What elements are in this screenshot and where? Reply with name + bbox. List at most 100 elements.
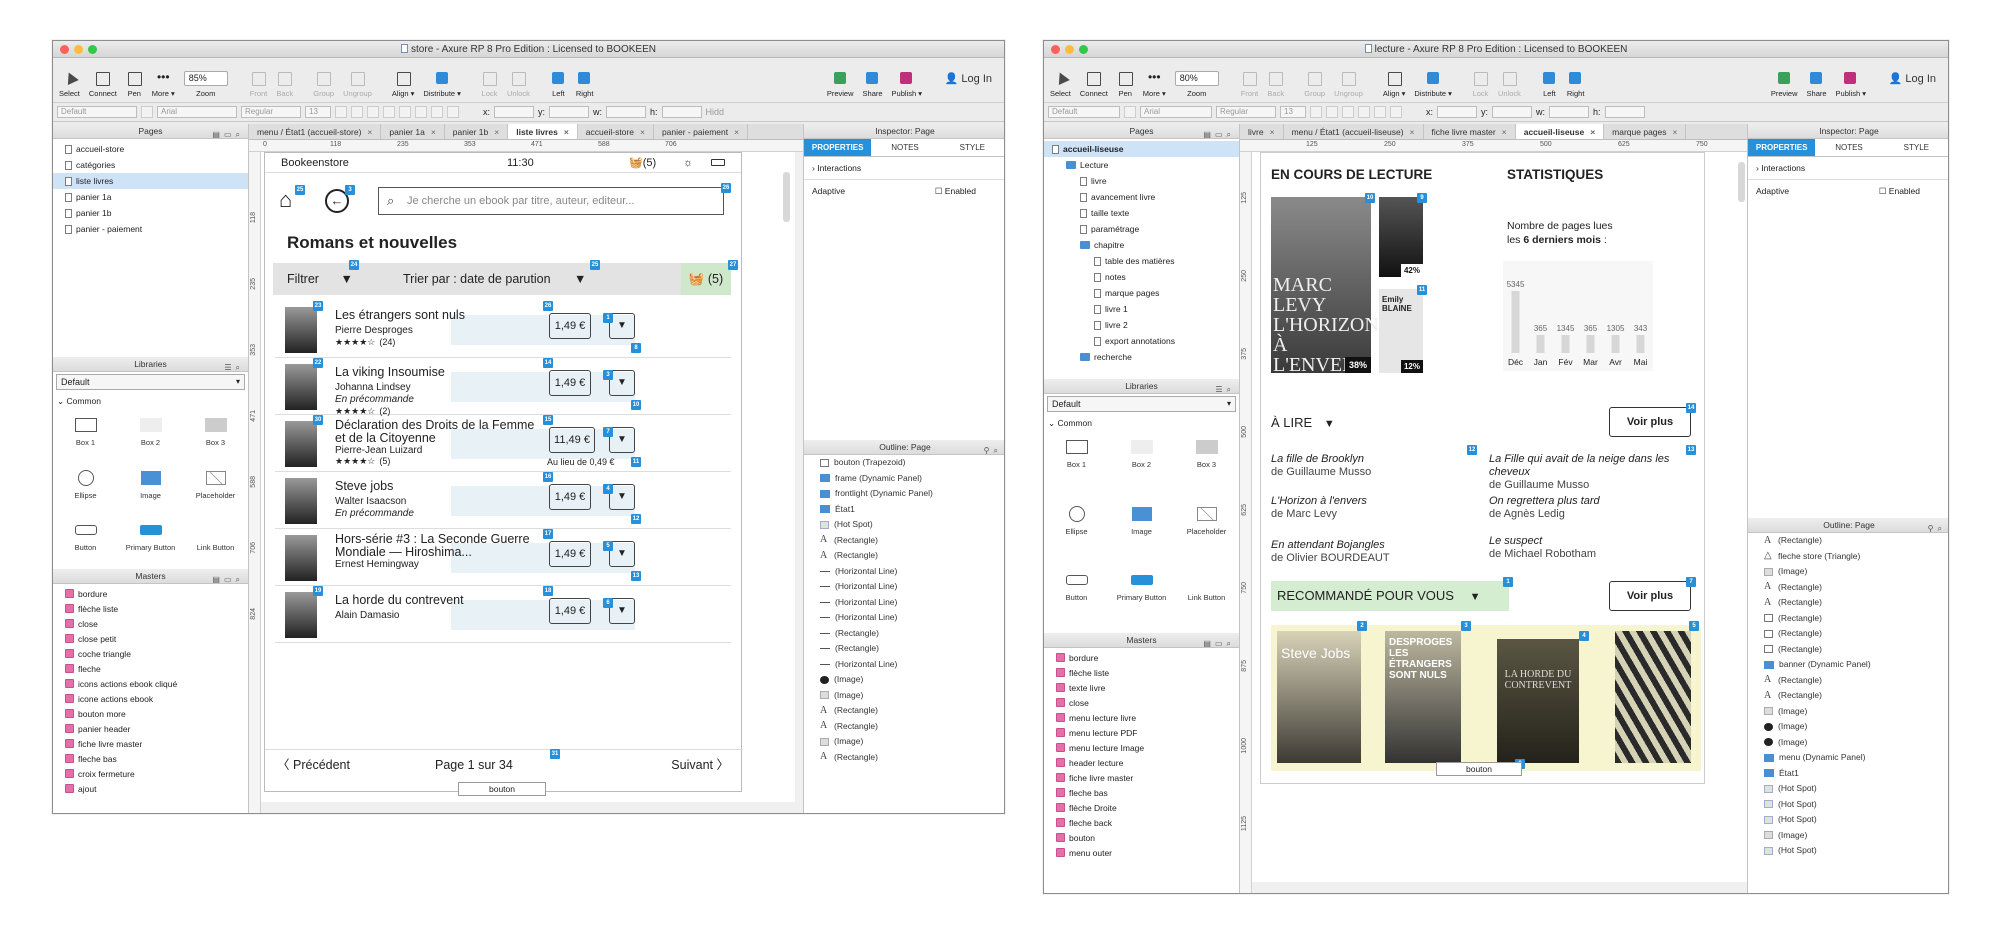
page-tab[interactable]: menu / État1 (accueil-store) × — [249, 124, 382, 139]
to-read-item[interactable]: En attendant Bojangles de Olivier BOURDEA… — [1271, 539, 1467, 565]
outline-item[interactable]: A (Rectangle) — [1748, 595, 1948, 611]
fill-color-icon[interactable] — [431, 106, 443, 118]
page-item[interactable]: avancement livre — [1044, 189, 1239, 205]
master-item[interactable]: panier header — [53, 721, 248, 736]
page-item[interactable]: marque pages — [1044, 285, 1239, 301]
master-item[interactable]: fleche bas — [53, 751, 248, 766]
outline-item[interactable]: A (Rectangle) — [804, 750, 1004, 766]
ungroup-button[interactable]: Ungroup — [1334, 71, 1363, 98]
widget-image[interactable]: Image — [118, 468, 183, 513]
price-button[interactable]: 1,49 € — [549, 313, 591, 339]
tab-notes[interactable]: NOTES — [1815, 139, 1882, 156]
fill-color-icon[interactable] — [1390, 106, 1402, 118]
page-item[interactable]: accueil-store — [53, 141, 248, 157]
close-icon[interactable]: × — [494, 127, 499, 137]
outline-item[interactable]: (Image) — [1748, 719, 1948, 735]
front-button[interactable]: Front — [250, 71, 267, 98]
widget-box-3[interactable]: Box 3 — [1174, 437, 1239, 496]
align-right-icon[interactable] — [415, 106, 427, 118]
page-item[interactable]: livre — [1044, 173, 1239, 189]
page-tab[interactable]: accueil-store × — [578, 124, 654, 139]
select-tool-button[interactable]: Select — [1050, 71, 1071, 98]
widget-box-1[interactable]: Box 1 — [53, 415, 118, 460]
master-item[interactable]: close petit — [53, 631, 248, 646]
cover-current-2[interactable]: 42% — [1379, 197, 1423, 277]
bold-icon[interactable] — [335, 106, 347, 118]
book-title[interactable]: Steve jobs — [335, 480, 535, 493]
page-item[interactable]: taille texte — [1044, 205, 1239, 221]
master-item[interactable]: fleche — [53, 661, 248, 676]
outline-item[interactable]: A (Rectangle) — [804, 703, 1004, 719]
w-field[interactable] — [606, 106, 647, 118]
master-item[interactable]: icone actions ebook — [53, 691, 248, 706]
master-item[interactable]: texte livre — [1044, 680, 1239, 695]
page-tab[interactable]: menu / État1 (accueil-liseuse) × — [1284, 124, 1424, 139]
pages-actions-icon[interactable]: ▤▭⌕ — [1203, 127, 1235, 142]
bold-icon[interactable] — [1310, 106, 1322, 118]
back-button[interactable]: Back — [276, 71, 293, 98]
pages-actions-icon[interactable]: ▤▭⌕ — [212, 127, 244, 142]
master-item[interactable]: fleche bas — [1044, 785, 1239, 800]
close-icon[interactable]: × — [734, 127, 739, 137]
close-icon[interactable]: × — [1502, 127, 1507, 137]
underline-icon[interactable] — [367, 106, 379, 118]
outline-item[interactable]: A (Rectangle) — [804, 719, 1004, 735]
book-row[interactable]: Steve jobs Walter Isaacson En précommande 1… — [275, 472, 731, 529]
header-cart[interactable]: 🧺(5) — [629, 153, 656, 173]
to-read-item[interactable]: La Fille qui avait de la neige dans les … — [1489, 453, 1685, 492]
outline-item[interactable]: (Horizontal Line) — [804, 595, 1004, 611]
sort-button[interactable]: Trier par : date de parution ▼ — [403, 263, 586, 295]
close-icon[interactable]: × — [564, 127, 569, 137]
library-group[interactable]: ⌄ Common — [1044, 414, 1239, 433]
cover-current-1[interactable]: MARC LEVY L'HORIZON À L'ENVERS 38% — [1271, 197, 1379, 375]
master-item[interactable]: close — [53, 616, 248, 631]
master-item[interactable]: flèche liste — [53, 601, 248, 616]
x-field[interactable] — [1437, 106, 1478, 118]
w-field[interactable] — [1549, 106, 1590, 118]
outline-item[interactable]: (Image) — [804, 688, 1004, 704]
left-pane-button[interactable]: Left — [1541, 71, 1558, 98]
outline-item[interactable]: menu (Dynamic Panel) — [1748, 750, 1948, 766]
outline-item[interactable]: frame (Dynamic Panel) — [804, 471, 1004, 487]
master-item[interactable]: menu lecture livre — [1044, 710, 1239, 725]
distribute-button[interactable]: Distribute ▾ — [1414, 71, 1452, 98]
connect-tool-button[interactable]: Connect — [89, 71, 117, 98]
book-cover[interactable] — [285, 307, 317, 353]
price-button[interactable]: 1,49 € — [549, 541, 591, 567]
home-icon[interactable]: ⌂ — [279, 189, 292, 211]
price-button[interactable]: 1,49 € — [549, 484, 591, 510]
widget-link-button[interactable]: Link Button — [183, 520, 248, 565]
style-select[interactable]: Default — [1048, 106, 1120, 118]
outline-item[interactable]: (Hot Spot) — [1748, 797, 1948, 813]
book-cover[interactable] — [285, 592, 317, 638]
format-painter-icon[interactable] — [1124, 106, 1136, 118]
outline-item[interactable]: banner (Dynamic Panel) — [1748, 657, 1948, 673]
widget-ellipse[interactable]: Ellipse — [1044, 504, 1109, 563]
ungroup-button[interactable]: Ungroup — [343, 71, 372, 98]
outline-item[interactable]: (Rectangle) — [1748, 642, 1948, 658]
underline-icon[interactable] — [1342, 106, 1354, 118]
outline-item[interactable]: (Image) — [1748, 564, 1948, 580]
book-title[interactable]: La horde du contrevent — [335, 594, 535, 607]
see-more-button-2[interactable]: Voir plus — [1609, 581, 1691, 611]
libraries-actions-icon[interactable]: ☰⌕ — [224, 360, 244, 375]
master-item[interactable]: menu lecture PDF — [1044, 725, 1239, 740]
master-item[interactable]: header lecture — [1044, 755, 1239, 770]
canvas-scrollbar[interactable] — [783, 172, 790, 222]
distribute-button[interactable]: Distribute ▾ — [423, 71, 461, 98]
page-tab[interactable]: panier 1b × — [445, 124, 509, 139]
page-item[interactable]: chapitre — [1044, 237, 1239, 253]
zoom-select[interactable]: 80% — [1174, 71, 1219, 86]
page-item[interactable]: export annotations — [1044, 333, 1239, 349]
lock-button[interactable]: Lock — [481, 71, 498, 98]
back-button[interactable]: Back — [1267, 71, 1284, 98]
outline-item[interactable]: bouton (Trapezoid) — [804, 455, 1004, 471]
page-tab[interactable]: accueil-liseuse × — [1515, 124, 1605, 139]
widget-button[interactable]: Button — [1044, 570, 1109, 629]
widget-primary-button[interactable]: Primary Button — [118, 520, 183, 565]
close-icon[interactable]: × — [1673, 127, 1678, 137]
align-left-icon[interactable] — [383, 106, 395, 118]
master-item[interactable]: close — [1044, 695, 1239, 710]
library-select[interactable]: Default — [1047, 396, 1236, 412]
widget-link-button[interactable]: Link Button — [1174, 570, 1239, 629]
